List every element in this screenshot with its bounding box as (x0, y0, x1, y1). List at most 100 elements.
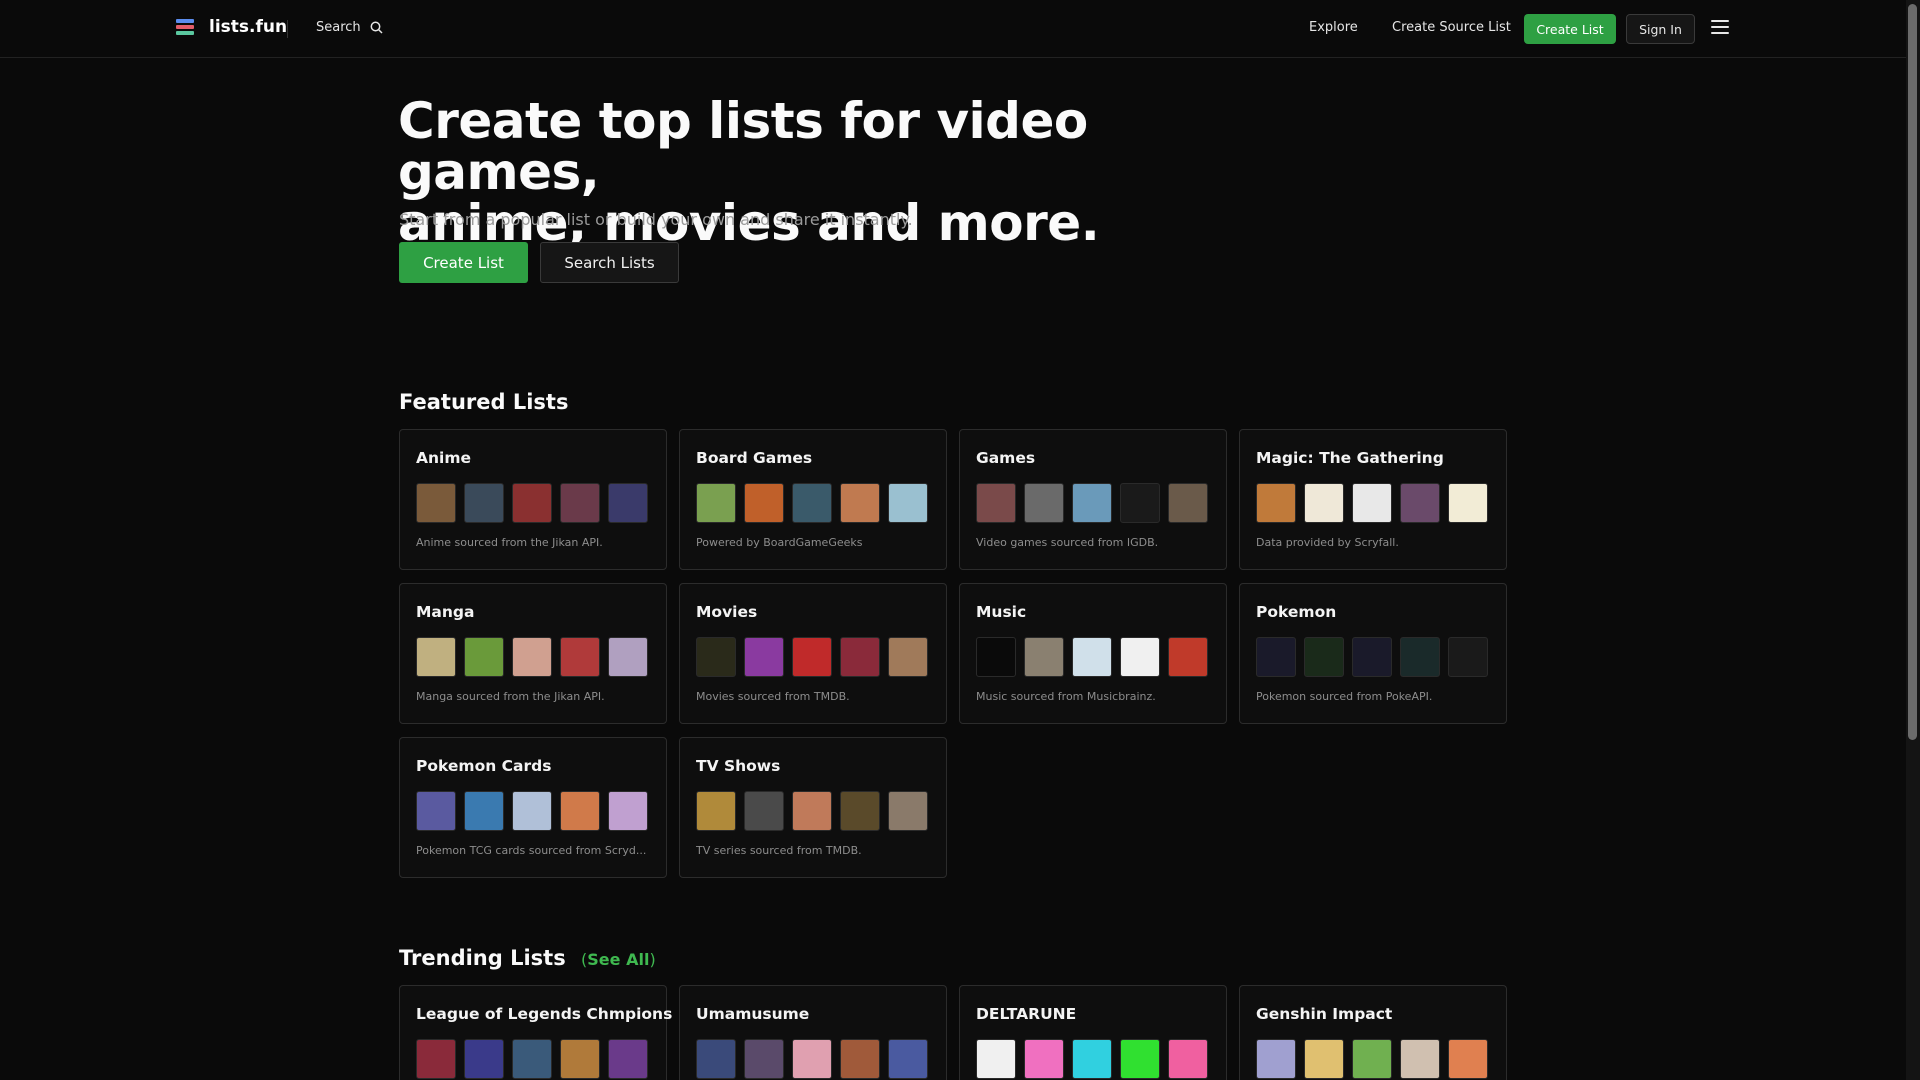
featured-list-card[interactable]: TV Shows TV series sourced from TMDB. (679, 737, 947, 878)
nav-create-list-button[interactable]: Create List (1524, 14, 1616, 44)
thumbnail-image (840, 1039, 880, 1079)
hamburger-menu-icon[interactable] (1711, 20, 1729, 36)
card-description: Pokemon TCG cards sourced from Scryd... (416, 844, 647, 857)
thumbnail-image (512, 637, 552, 677)
card-thumbnails (696, 483, 928, 523)
thumbnail-image (696, 483, 736, 523)
card-thumbnails (416, 791, 648, 831)
thumbnail-image (560, 483, 600, 523)
thumbnail-image (1400, 483, 1440, 523)
card-description: Pokemon sourced from PokeAPI. (1256, 690, 1433, 703)
card-title: Pokemon Cards (416, 757, 552, 775)
card-thumbnails (1256, 483, 1488, 523)
see-all-link[interactable]: (See All) (581, 950, 656, 969)
featured-list-card[interactable]: Magic: The Gathering Data provided by Scr… (1239, 429, 1507, 570)
thumbnail-image (464, 791, 504, 831)
thumbnail-image (512, 1039, 552, 1079)
thumbnail-image (1168, 483, 1208, 523)
thumbnail-image (888, 791, 928, 831)
thumbnail-image (744, 637, 784, 677)
thumbnail-image (1024, 1039, 1064, 1079)
hero-create-list-button[interactable]: Create List (399, 242, 528, 283)
nav-explore-link[interactable]: Explore (1309, 20, 1358, 35)
thumbnail-image (1448, 483, 1488, 523)
thumbnail-image (608, 1039, 648, 1079)
thumbnail-image (608, 791, 648, 831)
card-thumbnails (416, 637, 648, 677)
card-thumbnails (696, 637, 928, 677)
card-title: Pokemon (1256, 603, 1337, 621)
thumbnail-image (1448, 637, 1488, 677)
thumbnail-image (1256, 637, 1296, 677)
search-link[interactable]: Search (316, 20, 383, 35)
thumbnail-image (1400, 1039, 1440, 1079)
featured-list-card[interactable]: Pokemon Cards Pokemon TCG cards sourced f… (399, 737, 667, 878)
thumbnail-image (608, 483, 648, 523)
trending-list-card[interactable]: Umamusume (679, 985, 947, 1080)
thumbnail-image (976, 1039, 1016, 1079)
card-title: Magic: The Gathering (1256, 449, 1444, 467)
thumbnail-image (608, 637, 648, 677)
featured-list-card[interactable]: Music Music sourced from Musicbrainz. (959, 583, 1227, 724)
trending-list-card[interactable]: League of Legends Chmpions (399, 985, 672, 1080)
card-title: Music (976, 603, 1027, 621)
thumbnail-image (416, 791, 456, 831)
card-title: Anime (416, 449, 472, 467)
thumbnail-image (1072, 637, 1112, 677)
thumbnail-image (464, 483, 504, 523)
header-divider (287, 20, 288, 38)
see-all-close-paren: ) (649, 950, 656, 969)
search-label: Search (316, 20, 361, 35)
thumbnail-image (560, 637, 600, 677)
card-title: League of Legends Chmpions (416, 1005, 673, 1023)
thumbnail-image (1352, 483, 1392, 523)
thumbnail-image (792, 637, 832, 677)
card-thumbnails (416, 483, 648, 523)
thumbnail-image (1120, 483, 1160, 523)
scrollbar-thumb[interactable] (1908, 4, 1917, 740)
trending-list-card[interactable]: DELTARUNE (959, 985, 1227, 1080)
thumbnail-image (560, 791, 600, 831)
thumbnail-image (1304, 483, 1344, 523)
card-description: Data provided by Scryfall. (1256, 536, 1399, 549)
thumbnail-image (744, 1039, 784, 1079)
card-thumbnails (1256, 637, 1488, 677)
card-thumbnails (976, 1039, 1208, 1079)
card-title: Umamusume (696, 1005, 810, 1023)
thumbnail-image (792, 791, 832, 831)
thumbnail-image (888, 1039, 928, 1079)
nav-create-source-list-link[interactable]: Create Source List (1392, 20, 1511, 35)
top-nav-bar: lists.fun Search Explore Create Source L… (0, 0, 1906, 58)
featured-list-card[interactable]: Board Games Powered by BoardGameGeeks (679, 429, 947, 570)
card-title: Manga (416, 603, 475, 621)
card-thumbnails (976, 637, 1208, 677)
thumbnail-image (744, 791, 784, 831)
card-title: Movies (696, 603, 758, 621)
featured-lists-heading: Featured Lists (399, 390, 569, 414)
logo-text[interactable]: lists.fun (209, 17, 287, 37)
featured-list-card[interactable]: Games Video games sourced from IGDB. (959, 429, 1227, 570)
thumbnail-image (416, 1039, 456, 1079)
thumbnail-image (416, 637, 456, 677)
thumbnail-image (1352, 637, 1392, 677)
thumbnail-image (464, 637, 504, 677)
hero-search-lists-button[interactable]: Search Lists (540, 242, 679, 283)
featured-list-card[interactable]: Pokemon Pokemon sourced from PokeAPI. (1239, 583, 1507, 724)
thumbnail-image (976, 637, 1016, 677)
card-description: TV series sourced from TMDB. (696, 844, 862, 857)
thumbnail-image (416, 483, 456, 523)
thumbnail-image (976, 483, 1016, 523)
featured-list-card[interactable]: Manga Manga sourced from the Jikan API. (399, 583, 667, 724)
thumbnail-image (1448, 1039, 1488, 1079)
card-description: Movies sourced from TMDB. (696, 690, 850, 703)
featured-list-card[interactable]: Movies Movies sourced from TMDB. (679, 583, 947, 724)
thumbnail-image (888, 483, 928, 523)
trending-list-card[interactable]: Genshin Impact (1239, 985, 1507, 1080)
card-title: Games (976, 449, 1036, 467)
logo-icon[interactable] (176, 19, 194, 39)
thumbnail-image (888, 637, 928, 677)
featured-list-card[interactable]: Anime Anime sourced from the Jikan API. (399, 429, 667, 570)
hero-title-line-1: Create top lists for video games, (398, 92, 1088, 201)
sign-in-button[interactable]: Sign In (1626, 14, 1695, 44)
thumbnail-image (840, 637, 880, 677)
